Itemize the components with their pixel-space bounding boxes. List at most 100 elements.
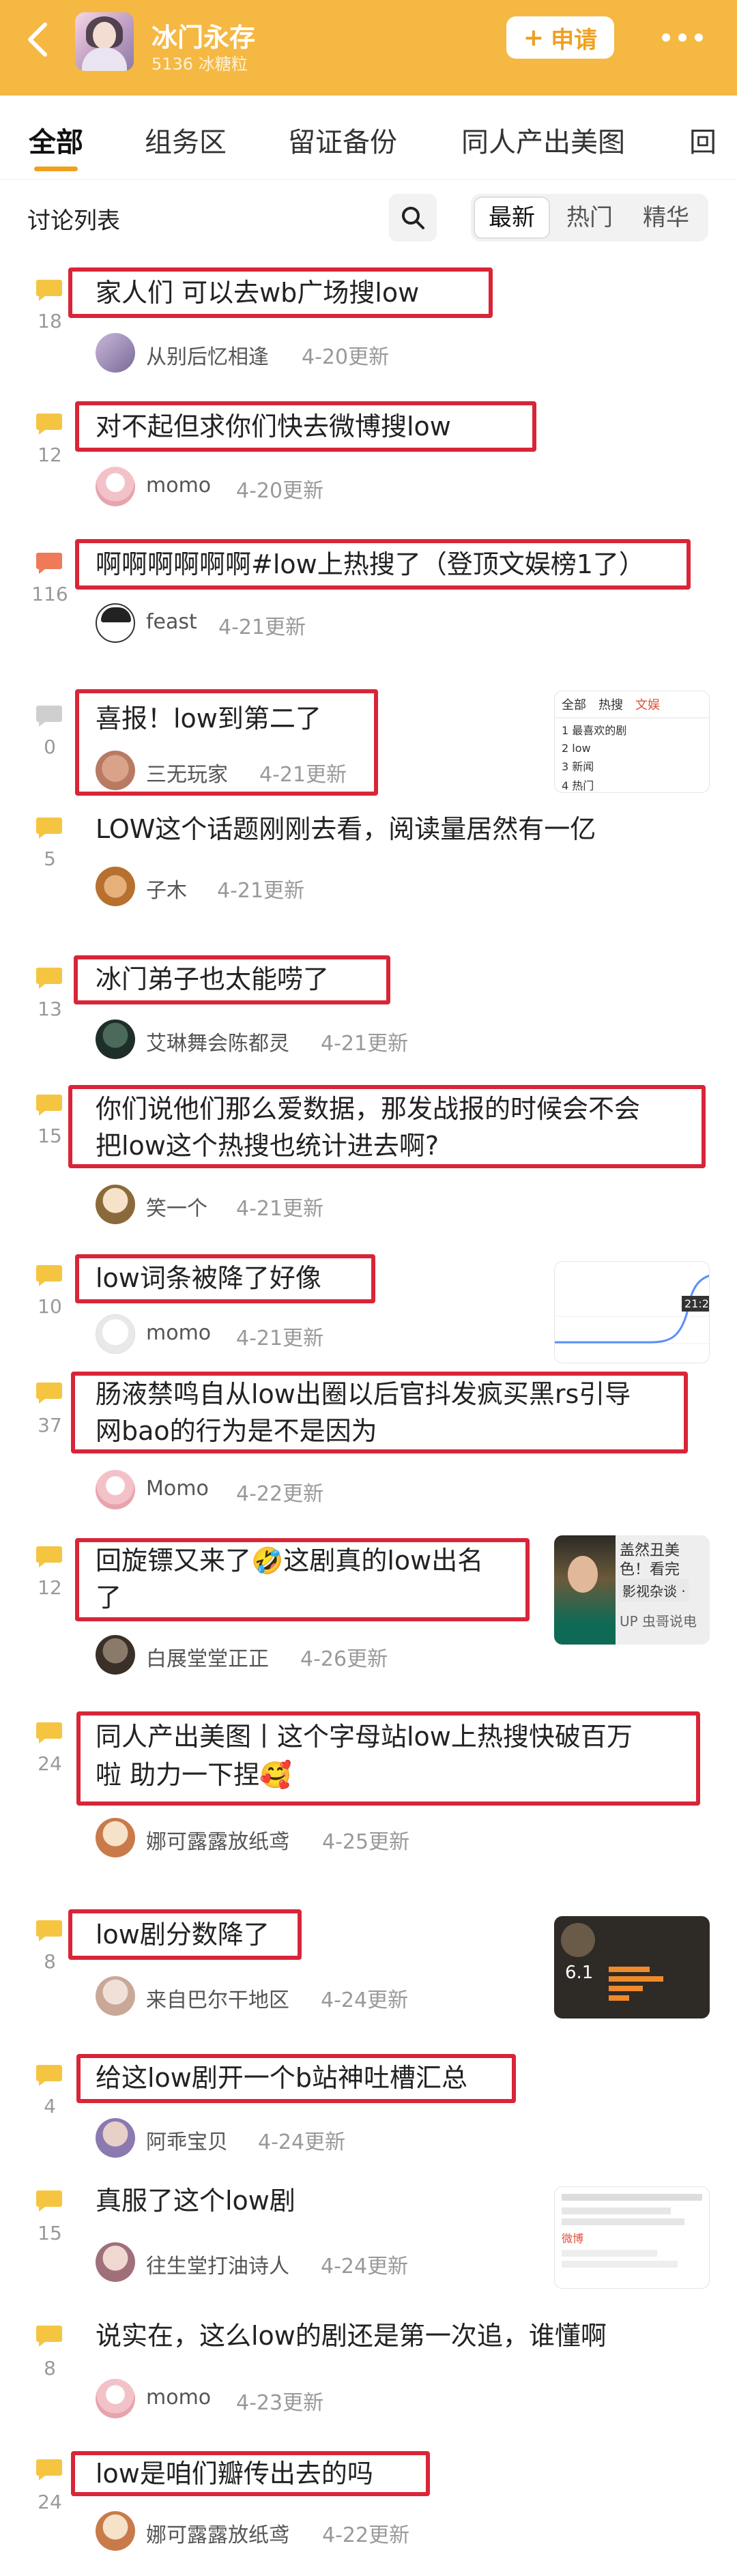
apply-button[interactable]: + 申请 (506, 16, 614, 59)
author-name[interactable]: 三无玩家 (146, 757, 228, 787)
list-item[interactable]: 12 对不起但求你们快去微博搜low momo 4-20更新 (0, 396, 737, 519)
search-icon (402, 207, 424, 229)
comment-count: 15 (38, 2222, 62, 2244)
author-name[interactable]: momo (146, 1321, 211, 1345)
post-title-line2: 了 (96, 1582, 122, 1612)
post-thumbnail[interactable]: 盖然丑美 色！看完 影视杂谈 · UP 虫哥说电 (554, 1535, 710, 1645)
comment-count: 0 (44, 736, 56, 758)
avatar[interactable] (96, 1470, 135, 1509)
update-time: 4-22更新 (322, 2523, 410, 2547)
sort-latest[interactable]: 最新 (474, 197, 550, 239)
author-name[interactable]: Momo (146, 1477, 209, 1501)
author-name[interactable]: 阿乖宝贝 (146, 2125, 228, 2155)
update-time: 4-20更新 (236, 479, 324, 503)
tab-fan-art[interactable]: 同人产出美图 (461, 120, 625, 160)
list-item[interactable]: 10 low词条被降了好像 momo 4-21更新 21:20 (0, 1251, 737, 1363)
comment-count: 18 (38, 310, 62, 332)
author-name[interactable]: 往生堂打油诗人 (146, 2249, 289, 2279)
post-title-line2: 啦 助力一下捏🥰 (96, 1760, 292, 1790)
post-title: 说实在，这么low的剧还是第一次追，谁懂啊 (96, 2321, 607, 2351)
comment-icon (36, 2326, 62, 2347)
app-header: 冰门永存 5136 冰糖粒 + 申请 (0, 0, 737, 96)
update-time: 4-25更新 (322, 1830, 410, 1854)
author-name[interactable]: 白展堂堂正正 (146, 1642, 269, 1672)
group-avatar[interactable] (75, 12, 134, 71)
avatar[interactable] (96, 1818, 135, 1857)
tab-more[interactable]: 回 (689, 120, 717, 160)
author-name[interactable]: 子木 (146, 873, 187, 903)
tab-group-affairs[interactable]: 组务区 (145, 120, 227, 160)
update-time: 4-26更新 (300, 1647, 388, 1671)
avatar[interactable] (96, 751, 135, 790)
comment-icon (36, 1920, 62, 1941)
list-item[interactable]: 37 肠液禁鸣自从low出圈以后官抖发疯买黑rs引导 网bao的行为是不是因为 … (0, 1372, 737, 1515)
chevron-left-icon (28, 23, 47, 57)
category-tabs: 全部 组务区 留证备份 同人产出美图 回 (0, 96, 737, 180)
comment-count: 12 (38, 1576, 62, 1599)
post-thumbnail[interactable]: 全部 热搜 文娱 1 最喜欢的剧 2 low 3 新闻 4 热门 (554, 691, 710, 793)
comment-count: 15 (38, 1125, 62, 1147)
update-time: 4-23更新 (236, 2391, 324, 2415)
avatar[interactable] (96, 1019, 135, 1059)
list-item[interactable]: 15 你们说他们那么爱数据，那发战报的时候会不会 把low这个热搜也统计进去啊?… (0, 1085, 737, 1235)
avatar[interactable] (96, 467, 135, 506)
author-name[interactable]: 娜可露露放纸鸢 (146, 2518, 289, 2548)
comment-count: 37 (38, 1414, 62, 1436)
comment-count: 12 (38, 444, 62, 466)
avatar[interactable] (96, 867, 135, 906)
author-name[interactable]: momo (146, 2386, 211, 2409)
tab-evidence-backup[interactable]: 留证备份 (288, 120, 397, 160)
more-options-button[interactable] (648, 20, 717, 55)
author-name[interactable]: 笑一个 (146, 1191, 207, 1221)
list-item[interactable]: 24 low是咱们瓣传出去的吗 娜可露露放纸鸢 4-22更新 (0, 2444, 737, 2574)
list-item[interactable]: 15 真服了这个low剧 往生堂打油诗人 4-24更新 微博 (0, 2181, 737, 2304)
comment-icon (36, 414, 62, 435)
author-name[interactable]: 娜可露露放纸鸢 (146, 1825, 289, 1855)
avatar[interactable] (96, 2511, 135, 2551)
author-name[interactable]: 从别后忆相逢 (146, 340, 269, 370)
list-item[interactable]: 18 家人们 可以去wb广场搜low 从别后忆相逢 4-20更新 (0, 262, 737, 385)
comment-icon (36, 2065, 62, 2086)
list-item[interactable]: 4 给这low剧开一个b站神吐槽汇总 阿乖宝贝 4-24更新 (0, 2051, 737, 2167)
plus-icon: + (523, 23, 545, 52)
tab-all[interactable]: 全部 (29, 120, 83, 160)
post-thumbnail[interactable]: 6.1 (554, 1916, 710, 2018)
avatar[interactable] (96, 603, 135, 643)
author-name[interactable]: 来自巴尔干地区 (146, 1983, 289, 2013)
post-title: low剧分数降了 (96, 1920, 270, 1950)
list-item[interactable]: 8 low剧分数降了 来自巴尔干地区 4-24更新 6.1 (0, 1904, 737, 2027)
author-name[interactable]: momo (146, 474, 211, 497)
avatar[interactable] (96, 1635, 135, 1675)
comment-count: 8 (44, 2357, 56, 2379)
comment-icon (36, 280, 62, 301)
comment-icon (36, 553, 62, 574)
comment-count: 5 (44, 848, 56, 870)
avatar[interactable] (96, 1314, 135, 1354)
avatar[interactable] (96, 2379, 135, 2418)
search-button[interactable] (389, 194, 437, 242)
list-item[interactable]: 12 回旋镖又来了🤣这剧真的low出名 了 白展堂堂正正 4-26更新 盖然丑美… (0, 1535, 737, 1679)
list-item[interactable]: 13 冰门弟子也太能唠了 艾琳舞会陈都灵 4-21更新 (0, 954, 737, 1077)
comment-icon (36, 1095, 62, 1116)
list-item[interactable]: 0 喜报！low到第二了 三无玩家 4-21更新 全部 热搜 文娱 1 最喜欢的… (0, 686, 737, 802)
avatar[interactable] (96, 333, 135, 373)
avatar[interactable] (96, 2118, 135, 2158)
avatar[interactable] (96, 1976, 135, 2016)
list-item[interactable]: 5 LOW这个话题刚刚去看，阅读量居然有一亿 子木 4-21更新 (0, 809, 737, 932)
list-item[interactable]: 8 说实在，这么low的剧还是第一次追，谁懂啊 momo 4-23更新 (0, 2316, 737, 2432)
list-item[interactable]: 24 同人产出美图丨这个字母站low上热搜快破百万 啦 助力一下捏🥰 娜可露露放… (0, 1709, 737, 1857)
author-name[interactable]: 艾琳舞会陈都灵 (146, 1026, 289, 1056)
sort-hot[interactable]: 热门 (551, 194, 628, 242)
avatar[interactable] (96, 1185, 135, 1224)
back-button[interactable] (19, 19, 60, 60)
post-title-line1: 肠液禁鸣自从low出圈以后官抖发疯买黑rs引导 (96, 1379, 631, 1409)
author-name[interactable]: feast (146, 610, 197, 634)
post-thumbnail[interactable]: 21:20 (554, 1261, 710, 1363)
list-item[interactable]: 116 啊啊啊啊啊啊#low上热搜了（登顶文娱榜1了） feast 4-21更新 (0, 535, 737, 671)
sort-featured[interactable]: 精华 (628, 194, 704, 242)
avatar[interactable] (96, 2242, 135, 2282)
update-time: 4-21更新 (218, 616, 306, 639)
comment-icon (36, 968, 62, 989)
post-thumbnail[interactable]: 微博 (554, 2186, 710, 2289)
comment-count: 8 (44, 1950, 56, 1973)
